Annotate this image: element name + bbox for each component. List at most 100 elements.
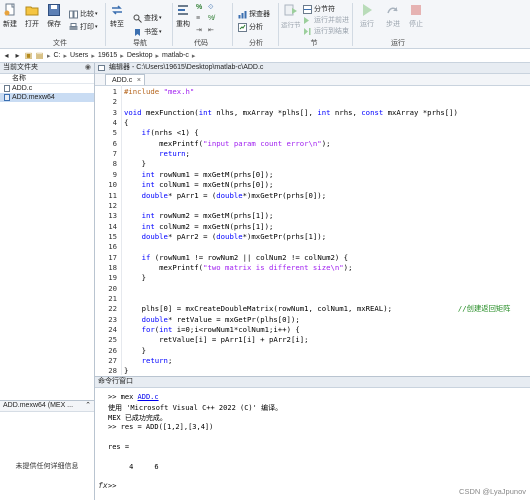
line-number: 25: [108, 335, 117, 345]
line-number: 26: [108, 345, 117, 355]
code-line[interactable]: mexPrintf("input param count error\n");: [124, 139, 330, 148]
indent-button[interactable]: ≡: [196, 15, 200, 22]
forward-arrow-icon[interactable]: ▸: [13, 51, 22, 60]
file-link[interactable]: ADD.c: [138, 393, 159, 401]
code-line[interactable]: double* pArr2 = (double*)mxGetPr(prhs[1]…: [124, 232, 327, 241]
save-button[interactable]: 保存: [47, 3, 61, 29]
details-title[interactable]: ADD.mexw64 (MEX ... ⌃: [0, 401, 94, 412]
refactor-button[interactable]: 重构: [176, 3, 190, 29]
gutter-divider: [121, 85, 122, 375]
c-file-icon: [4, 85, 10, 92]
chevron-up-icon[interactable]: ⌃: [85, 401, 91, 411]
run-to-end-button[interactable]: 运行到结束: [303, 26, 349, 36]
format-button[interactable]: ⟐: [208, 4, 214, 12]
file-row-add-mexw64[interactable]: ADD.mexw64: [0, 93, 94, 102]
ribbon-divider: [232, 3, 233, 46]
line-number: 17: [108, 252, 117, 262]
code-line[interactable]: int colNum1 = mxGetN(prhs[0]);: [124, 180, 274, 189]
code-line[interactable]: if(nrhs <1) {: [124, 128, 199, 137]
fx-icon[interactable]: fx: [98, 481, 108, 490]
stop-button[interactable]: 停止: [409, 3, 423, 29]
crumb-folder[interactable]: matlab-c: [162, 52, 189, 59]
run-and-advance-button[interactable]: 运行并前进: [303, 15, 349, 25]
stop-label: 停止: [409, 21, 423, 28]
print-button[interactable]: 打印 ▾: [69, 22, 98, 32]
panel-menu-icon[interactable]: ◉: [85, 63, 91, 73]
increase-indent-button[interactable]: ⇥: [196, 26, 202, 34]
analyze-label: 分析: [249, 24, 263, 31]
section-break-button[interactable]: 分节符: [303, 4, 335, 14]
crumb-users[interactable]: Users: [70, 52, 88, 59]
compare-icon: [69, 10, 78, 18]
compare-button[interactable]: 比较 ▾: [69, 9, 98, 19]
line-number: 24: [108, 325, 117, 335]
code-line[interactable]: }: [124, 366, 128, 375]
name-column-label: 名称: [12, 75, 26, 82]
code-line[interactable]: int colNum2 = mxGetN(prhs[1]);: [124, 222, 274, 231]
code-line[interactable]: double* retValue = mxGetPr(plhs[0]);: [124, 315, 300, 324]
code-line[interactable]: void mexFunction(int nlhs, mxArray *plhs…: [124, 108, 458, 117]
code-line[interactable]: int rowNum1 = mxGetM(prhs[0]);: [124, 170, 274, 179]
file-name: ADD.c: [12, 85, 33, 92]
command-window[interactable]: 命令行窗口 >> mex ADD.c 使用 'Microsoft Visual …: [95, 376, 530, 501]
file-row-add-c[interactable]: ADD.c: [0, 84, 94, 93]
code-line[interactable]: }: [124, 159, 146, 168]
code-line[interactable]: plhs[0] = mxCreateDoubleMatrix(rowNum1, …: [124, 304, 511, 314]
profiler-button[interactable]: 探查器: [238, 9, 270, 19]
format-icon: ⟐: [208, 4, 214, 11]
line-number: 5: [112, 128, 117, 138]
code-line[interactable]: int rowNum2 = mxGetM(prhs[1]);: [124, 211, 274, 220]
up-folder-icon[interactable]: ▣: [24, 51, 33, 60]
line-number: 3: [112, 107, 117, 117]
browse-folder-icon[interactable]: ▤: [35, 51, 44, 60]
code-line[interactable]: mexPrintf("two matrix is different size\…: [124, 263, 352, 272]
crumb-drive[interactable]: C:: [54, 52, 61, 59]
ribbon-divider: [172, 3, 173, 46]
code-area[interactable]: 1 #include "mex.h" 2 3 void mexFunction(int …: [95, 85, 530, 375]
tab-label: ADD.c: [112, 77, 133, 84]
code-line[interactable]: for(int i=0;i<rowNum1*colNum1;i++) {: [124, 325, 300, 334]
goto-arrows-icon: [112, 5, 122, 15]
code-line[interactable]: return;: [124, 356, 173, 365]
line-number: 27: [108, 356, 117, 366]
code-line[interactable]: retValue[i] = pArr1[i] + pArr2[i];: [124, 335, 308, 344]
command-prompt[interactable]: >>: [108, 482, 116, 490]
line-number: 10: [108, 180, 117, 190]
open-button[interactable]: 打开: [25, 3, 39, 29]
run-section-button[interactable]: 运行节: [281, 3, 301, 29]
code-line[interactable]: #include "mex.h": [124, 87, 194, 96]
crumb-user[interactable]: 19615: [98, 52, 117, 59]
new-button[interactable]: 新建: [3, 3, 17, 29]
code-line[interactable]: {: [124, 118, 128, 127]
code-line[interactable]: }: [124, 273, 146, 282]
find-button[interactable]: 查找 ▾: [133, 13, 162, 23]
editor-title-text: 编辑器 - C:\Users\19615\Desktop\matlab-c\AD…: [109, 64, 264, 71]
step-button[interactable]: 步进: [386, 3, 400, 29]
comment-button[interactable]: %: [196, 4, 202, 11]
goto-label: 转至: [110, 21, 124, 28]
output-compile: 使用 'Microsoft Visual C++ 2022 (C)' 编译。: [108, 404, 283, 412]
code-line[interactable]: if (rowNum1 != rowNum2 || colNum2 != col…: [124, 253, 349, 262]
bookmark-button[interactable]: 书签 ▾: [133, 27, 162, 37]
section-break-label: 分节符: [314, 6, 335, 13]
line-number: 19: [108, 273, 117, 283]
crumb-separator: ▸: [47, 52, 51, 60]
uncomment-button[interactable]: %̸: [208, 15, 214, 22]
uncomment-icon: %̸: [208, 15, 215, 22]
bookmark-label: 书签: [144, 29, 158, 36]
output-res-label: res =: [108, 443, 130, 451]
code-line[interactable]: return;: [124, 149, 190, 158]
crumb-desktop[interactable]: Desktop: [127, 52, 153, 59]
name-column-header[interactable]: 名称: [0, 74, 94, 84]
tab-add-c[interactable]: ADD.c ×: [105, 74, 145, 85]
run-button[interactable]: 运行: [360, 3, 374, 29]
analyze-button[interactable]: 分析: [238, 22, 263, 32]
code-line[interactable]: }: [124, 346, 146, 355]
back-arrow-icon[interactable]: ◂: [2, 51, 11, 60]
decrease-indent-button[interactable]: ⇤: [208, 26, 214, 34]
code-group-label: 代码: [194, 40, 208, 47]
code-line[interactable]: double* pArr1 = (double*)mxGetPr(prhs[0]…: [124, 191, 327, 200]
line-number: 1: [112, 87, 117, 96]
goto-button[interactable]: 转至: [110, 3, 124, 29]
section-group-label: 节: [310, 40, 318, 47]
